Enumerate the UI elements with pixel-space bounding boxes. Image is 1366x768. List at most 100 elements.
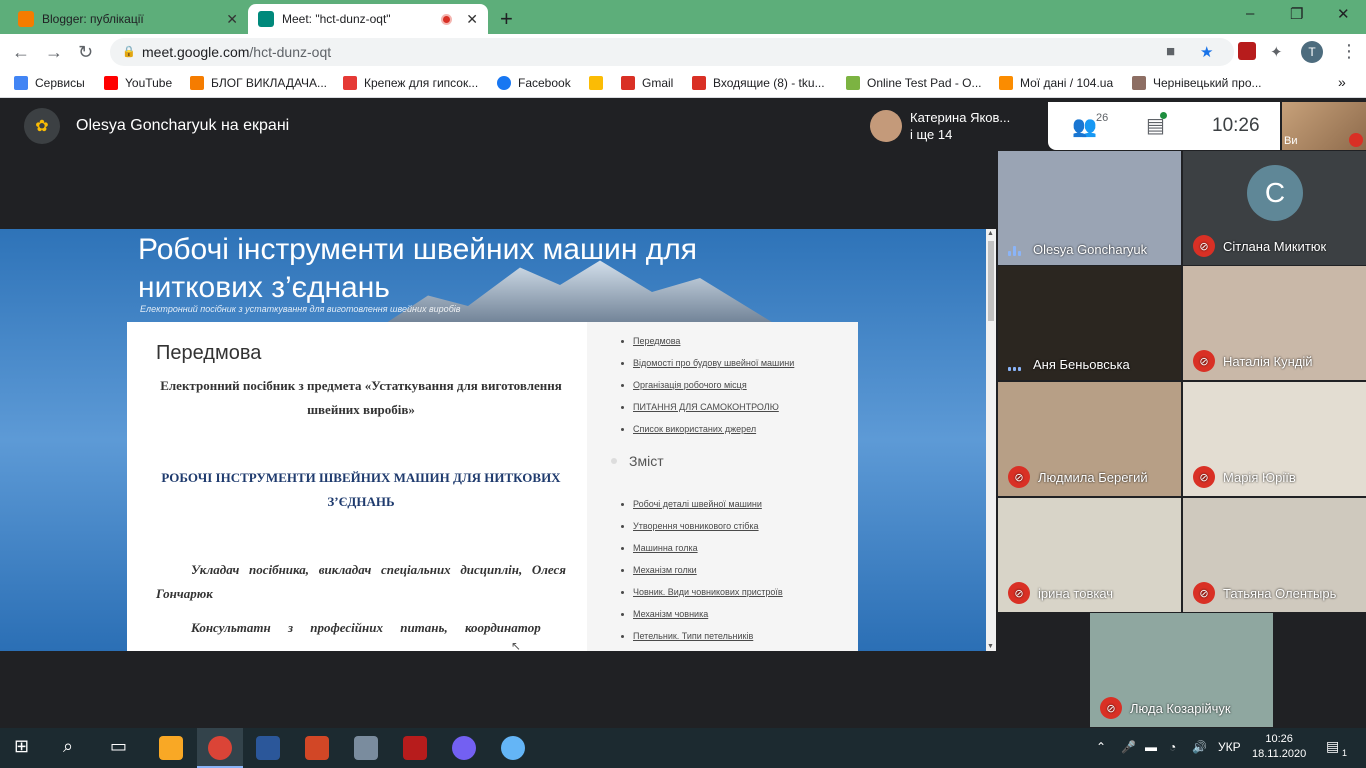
participant-name: ірина товкач <box>1038 585 1114 601</box>
bookmarks-more-button[interactable]: » <box>1338 74 1346 90</box>
system-clock[interactable]: 10:26 18.11.2020 <box>1252 732 1306 762</box>
word-icon[interactable] <box>256 736 280 760</box>
chrome-icon[interactable] <box>208 736 232 760</box>
profile-avatar[interactable]: T <box>1301 41 1323 63</box>
bookmark-blog[interactable]: БЛОГ ВИКЛАДАЧА... <box>190 76 327 90</box>
back-icon[interactable]: ← <box>12 42 30 63</box>
language-indicator[interactable]: УКР <box>1218 740 1241 754</box>
scroll-thumb[interactable] <box>988 241 994 321</box>
participant-name: Татьяна Олентырь <box>1223 585 1337 601</box>
nav-link[interactable]: ПИТАННЯ ДЛЯ САМОКОНТРОЛЮ <box>633 402 794 412</box>
forward-icon[interactable]: → <box>45 42 63 63</box>
viber-icon[interactable] <box>452 736 476 760</box>
nav-link[interactable]: Човник. Види човникових пристроїв <box>633 587 783 597</box>
mic-off-icon: ⊘ <box>1100 697 1122 719</box>
nav-link[interactable]: Робочі деталі швейної машини <box>633 499 783 509</box>
new-tab-button[interactable]: + <box>500 6 513 32</box>
participant-tile[interactable]: Аня Беньовська <box>998 266 1181 380</box>
powerpoint-icon[interactable] <box>305 736 329 760</box>
camera-icon[interactable]: ■ <box>1166 43 1175 60</box>
nav-link[interactable]: Петельник. Типи петельників <box>633 631 783 641</box>
nav-link[interactable]: Механізм човника <box>633 609 783 619</box>
lock-icon: 🔒 <box>122 46 136 58</box>
volume-icon[interactable]: 🔊 <box>1192 740 1207 754</box>
meet-stage: ✿ Olesya Goncharyuk на екрані Катерина Я… <box>0 98 1366 728</box>
reload-icon[interactable]: ↻ <box>78 42 93 63</box>
scroll-up-icon[interactable]: ▲ <box>987 230 994 237</box>
speaking-indicator-icon <box>1008 359 1023 371</box>
bookmark-testpad[interactable]: Online Test Pad - О... <box>846 76 982 90</box>
microphone-icon[interactable]: 🎤 <box>1121 740 1136 754</box>
chevron-up-icon[interactable]: ⌃ <box>1096 740 1106 754</box>
nav-link[interactable]: Утворення човникового стібка <box>633 521 783 531</box>
acrobat-icon[interactable] <box>403 736 427 760</box>
search-icon[interactable]: ⌕ <box>63 736 73 757</box>
bookmark-facebook[interactable]: Facebook <box>497 76 571 90</box>
battery-icon[interactable]: ▬ <box>1145 740 1157 754</box>
bookmark-youtube[interactable]: YouTube <box>104 76 172 90</box>
bookmark-label: Чернівецький про... <box>1153 76 1262 90</box>
paint-icon[interactable] <box>501 736 525 760</box>
url-bar[interactable]: 🔒 meet.google.com/hct-dunz-oqt ■ ★ <box>110 38 1234 66</box>
avatar: С <box>1247 165 1303 221</box>
participant-name: Olesya Goncharyuk <box>1033 242 1148 257</box>
wifi-icon[interactable]: ◔ <box>1169 740 1176 754</box>
bookmark-label: Входящие (8) - tku... <box>713 76 825 90</box>
task-view-icon[interactable]: ▭ <box>110 736 127 757</box>
bookmark-doc[interactable] <box>589 76 610 90</box>
bookmark-label: Online Test Pad - О... <box>867 76 982 90</box>
bookmark-gmail[interactable]: Gmail <box>621 76 673 90</box>
bookmark-krepezh[interactable]: Крепеж для гипсок... <box>343 76 478 90</box>
bookmark-inbox[interactable]: Входящие (8) - tku... <box>692 76 825 90</box>
self-label: Ви <box>1284 135 1298 147</box>
minimize-button[interactable]: – <box>1246 5 1254 22</box>
site-title: Робочі інструменти швейних машин для нит… <box>138 233 697 304</box>
presenter-banner: ✿ Olesya Goncharyuk на екрані <box>24 108 289 144</box>
windows-start-icon[interactable]: ⊞ <box>14 736 29 757</box>
people-icon[interactable]: 👥 <box>1072 114 1097 139</box>
participant-tile[interactable]: ⊘ Наталія Кундій <box>1183 266 1366 380</box>
nav-link[interactable]: Механізм голки <box>633 565 783 575</box>
participant-name: Марія Юріїв <box>1223 469 1296 485</box>
nav-link[interactable]: Машинна голка <box>633 543 783 553</box>
nav-link[interactable]: Передмова <box>633 336 794 346</box>
participant-preview[interactable]: Катерина Яков... і ще 14 <box>862 102 1048 150</box>
close-window-button[interactable]: ✕ <box>1337 5 1350 23</box>
mic-off-icon: ⊘ <box>1008 466 1030 488</box>
participant-tile[interactable]: ⊘ Люда Козарійчук <box>1090 613 1273 727</box>
participant-tile[interactable]: ⊘ Татьяна Олентырь <box>1183 498 1366 612</box>
participant-tile[interactable]: С ⊘ Сітлана Микитюк <box>1183 151 1366 265</box>
bookmark-chernivtsi[interactable]: Чернівецький про... <box>1132 76 1262 90</box>
extensions-puzzle-icon[interactable]: ✦ <box>1270 43 1283 61</box>
participant-tile[interactable]: ⊘ Марія Юріїв <box>1183 382 1366 496</box>
mic-off-icon <box>1349 133 1363 147</box>
tab-title: Blogger: публікації <box>42 12 144 26</box>
close-tab-icon[interactable]: ✕ <box>226 11 238 28</box>
bookmark-104[interactable]: Мої дані / 104.ua <box>999 76 1113 90</box>
nav-link[interactable]: Відомості про будову швейної машини <box>633 358 794 368</box>
self-view-thumbnail[interactable]: Ви <box>1282 102 1366 150</box>
nav-link[interactable]: Організація робочого місця <box>633 380 794 390</box>
file-explorer-icon[interactable] <box>159 736 183 760</box>
participant-tile[interactable]: Olesya Goncharyuk <box>998 151 1181 265</box>
tab-title: Meet: "hct-dunz-oqt" <box>282 12 391 26</box>
participants-count: 26 <box>1096 112 1109 124</box>
menu-kebab-icon[interactable]: ⋮ <box>1340 41 1358 62</box>
app-icon[interactable] <box>354 736 378 760</box>
notifications-icon[interactable]: ▤ <box>1326 738 1339 755</box>
shared-screen-scrollbar[interactable]: ▲ ▼ <box>986 229 996 651</box>
bookmark-label: БЛОГ ВИКЛАДАЧА... <box>211 76 328 90</box>
nav-link[interactable]: Список використаних джерел <box>633 424 794 434</box>
tab-blogger[interactable]: Blogger: публікації ✕ <box>8 4 248 34</box>
pdf-extension-icon[interactable] <box>1238 42 1256 60</box>
bookmark-star-icon[interactable]: ★ <box>1200 43 1213 61</box>
yellow-doc-icon <box>589 76 603 90</box>
maximize-button[interactable]: ❐ <box>1290 5 1303 23</box>
participant-tile[interactable]: ⊘ ірина товкач <box>998 498 1181 612</box>
close-tab-icon[interactable]: ✕ <box>466 11 478 28</box>
scroll-down-icon[interactable]: ▼ <box>987 643 994 650</box>
bookmark-services[interactable]: Сервисы <box>14 76 85 90</box>
tab-meet[interactable]: Meet: "hct-dunz-oqt" ✕ <box>248 4 488 34</box>
presenter-text: Olesya Goncharyuk на екрані <box>76 117 290 134</box>
participant-tile[interactable]: ⊘ Людмила Берегий <box>998 382 1181 496</box>
